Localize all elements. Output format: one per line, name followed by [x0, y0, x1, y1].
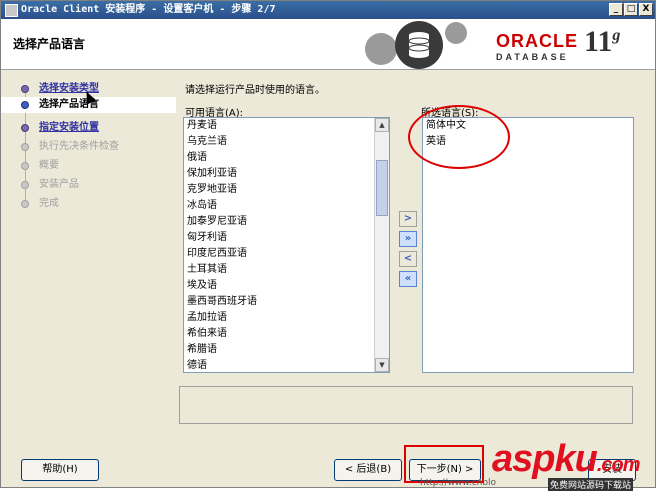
available-languages-list[interactable]: 丹麦语 乌克兰语 俄语 保加利亚语 克罗地亚语 冰岛语 加泰罗尼亚语 匈牙利语 …	[183, 117, 390, 373]
minimize-button[interactable]: _	[609, 3, 623, 16]
close-button[interactable]: X	[639, 3, 653, 16]
maximize-button[interactable]: □	[624, 3, 638, 16]
language-item[interactable]: 希伯来语	[184, 326, 376, 342]
language-item[interactable]: 孟加拉语	[184, 310, 376, 326]
available-list-scrollbar[interactable]: ▲ ▼	[374, 118, 389, 372]
database-wordmark: DATABASE	[496, 52, 569, 62]
step-dot	[21, 200, 29, 208]
watermark-suffix: .com	[596, 454, 641, 476]
header-banner: 选择产品语言 ORACLE DATABASE 11g	[1, 19, 655, 70]
language-item[interactable]: 墨西哥西班牙语	[184, 294, 376, 310]
page-title: 选择产品语言	[13, 37, 86, 51]
version-suffix: g	[612, 27, 621, 44]
scroll-up-arrow-icon[interactable]: ▲	[375, 118, 389, 132]
window-title: Oracle Client 安装程序 - 设置客户机 - 步骤 2/7	[21, 4, 276, 15]
step-label: 概要	[39, 160, 59, 171]
step-navigator: 选择安装类型 选择产品语言 指定安装位置 执行先决条件检查 概要 安装产品 完成	[1, 71, 176, 401]
main-content: 请选择运行产品时使用的语言。 可用语言(A): 所选语言(S): 丹麦语 乌克兰…	[173, 71, 648, 401]
step-dot	[21, 181, 29, 189]
step-dot	[21, 101, 29, 109]
instruction-text: 请选择运行产品时使用的语言。	[185, 85, 325, 96]
step-dot	[21, 143, 29, 151]
move-all-left-button[interactable]: «	[399, 271, 417, 287]
language-item[interactable]: 埃及语	[184, 278, 376, 294]
language-item[interactable]: 乌克兰语	[184, 134, 376, 150]
step-label: 完成	[39, 198, 59, 209]
gears-graphic	[365, 21, 467, 69]
watermark-tagline: 免费网站源码下载站	[548, 478, 634, 491]
message-panel	[179, 386, 633, 424]
language-item[interactable]: 土耳其语	[184, 262, 376, 278]
step-dot	[21, 162, 29, 170]
language-item[interactable]: 加泰罗尼亚语	[184, 214, 376, 230]
step-label: 指定安装位置	[39, 122, 99, 133]
language-item[interactable]: 德语	[184, 358, 376, 372]
watermark-url: http://www.cnblo	[420, 478, 497, 488]
app-icon	[5, 4, 18, 17]
back-button[interactable]: < 后退(B)	[334, 459, 402, 481]
language-item[interactable]: 冰岛语	[184, 198, 376, 214]
title-bar[interactable]: Oracle Client 安装程序 - 设置客户机 - 步骤 2/7 _ □ …	[1, 1, 655, 19]
version-number: 11	[584, 25, 613, 58]
step-dot	[21, 124, 29, 132]
language-item[interactable]: 保加利亚语	[184, 166, 376, 182]
scroll-down-arrow-icon[interactable]: ▼	[375, 358, 389, 372]
move-right-button[interactable]: >	[399, 211, 417, 227]
oracle-wordmark: ORACLE	[496, 31, 578, 51]
language-item[interactable]: 印度尼西亚语	[184, 246, 376, 262]
scrollbar-thumb[interactable]	[376, 160, 388, 216]
watermark-brand: aspku	[492, 438, 598, 480]
version-mark: 11g	[584, 25, 620, 59]
language-item[interactable]: 匈牙利语	[184, 230, 376, 246]
annotation-ellipse	[408, 105, 510, 169]
help-button[interactable]: 帮助(H)	[21, 459, 99, 481]
move-all-right-button[interactable]: »	[399, 231, 417, 247]
oracle-logo: ORACLE DATABASE	[496, 31, 578, 62]
installer-window: Oracle Client 安装程序 - 设置客户机 - 步骤 2/7 _ □ …	[0, 0, 656, 488]
step-dot	[21, 85, 29, 93]
move-left-button[interactable]: <	[399, 251, 417, 267]
step-label: 安装产品	[39, 179, 79, 190]
language-item[interactable]: 希腊语	[184, 342, 376, 358]
watermark-logo: aspku.com	[492, 438, 641, 481]
language-item[interactable]: 丹麦语	[184, 118, 376, 134]
step-label: 执行先决条件检查	[39, 141, 119, 152]
language-item[interactable]: 克罗地亚语	[184, 182, 376, 198]
language-item[interactable]: 俄语	[184, 150, 376, 166]
